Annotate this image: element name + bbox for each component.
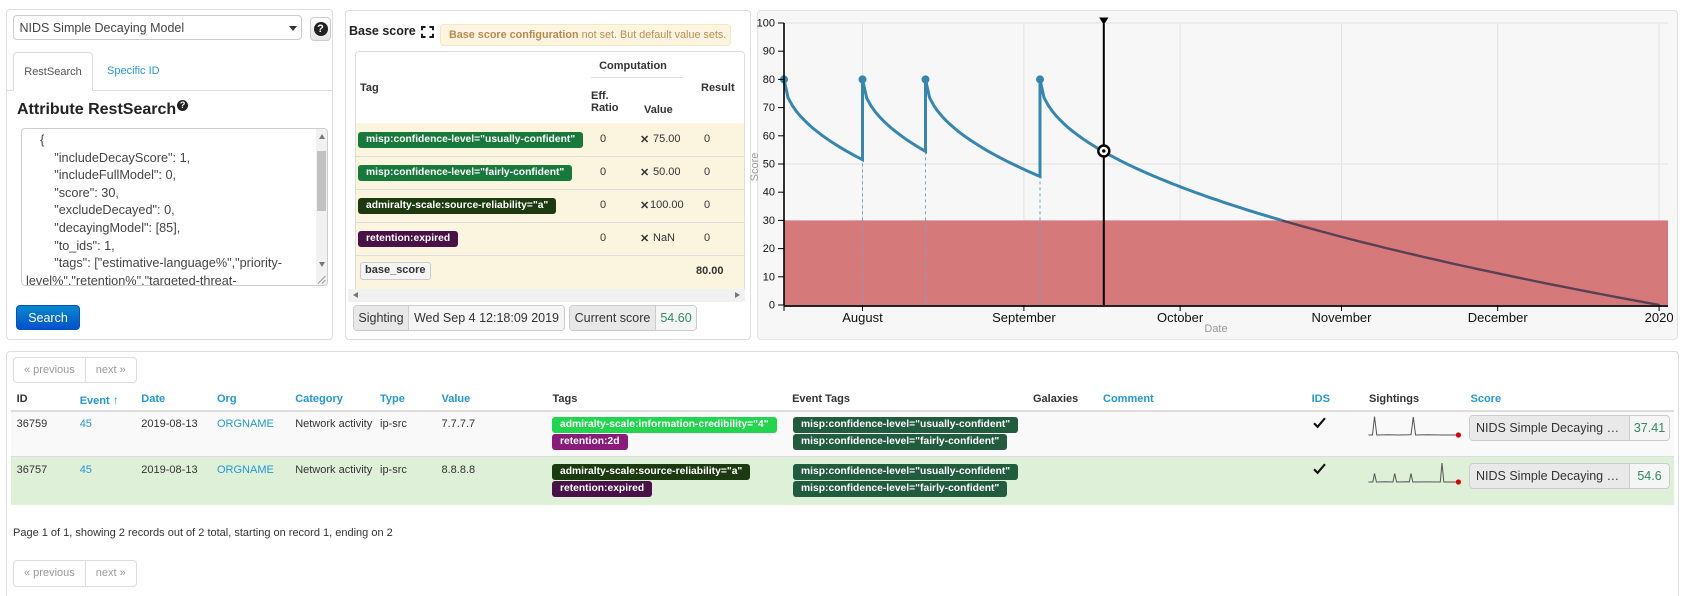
svg-text:40: 40	[763, 187, 775, 199]
svg-text:0: 0	[769, 300, 775, 312]
svg-text:Score: Score	[749, 153, 761, 182]
svg-text:October: October	[1157, 310, 1204, 325]
svg-text:100: 100	[757, 18, 775, 30]
svg-text:30: 30	[763, 215, 775, 227]
svg-text:December: December	[1468, 310, 1529, 325]
svg-text:2020: 2020	[1645, 310, 1674, 325]
svg-text:60: 60	[763, 130, 775, 142]
svg-text:80: 80	[763, 74, 775, 86]
svg-text:August: August	[842, 310, 883, 325]
svg-text:70: 70	[763, 102, 775, 114]
svg-text:September: September	[992, 310, 1056, 325]
svg-text:November: November	[1312, 310, 1373, 325]
svg-text:10: 10	[763, 271, 775, 283]
svg-text:50: 50	[763, 159, 775, 171]
svg-text:20: 20	[763, 243, 775, 255]
svg-text:90: 90	[763, 46, 775, 58]
svg-text:Date: Date	[1204, 323, 1227, 335]
